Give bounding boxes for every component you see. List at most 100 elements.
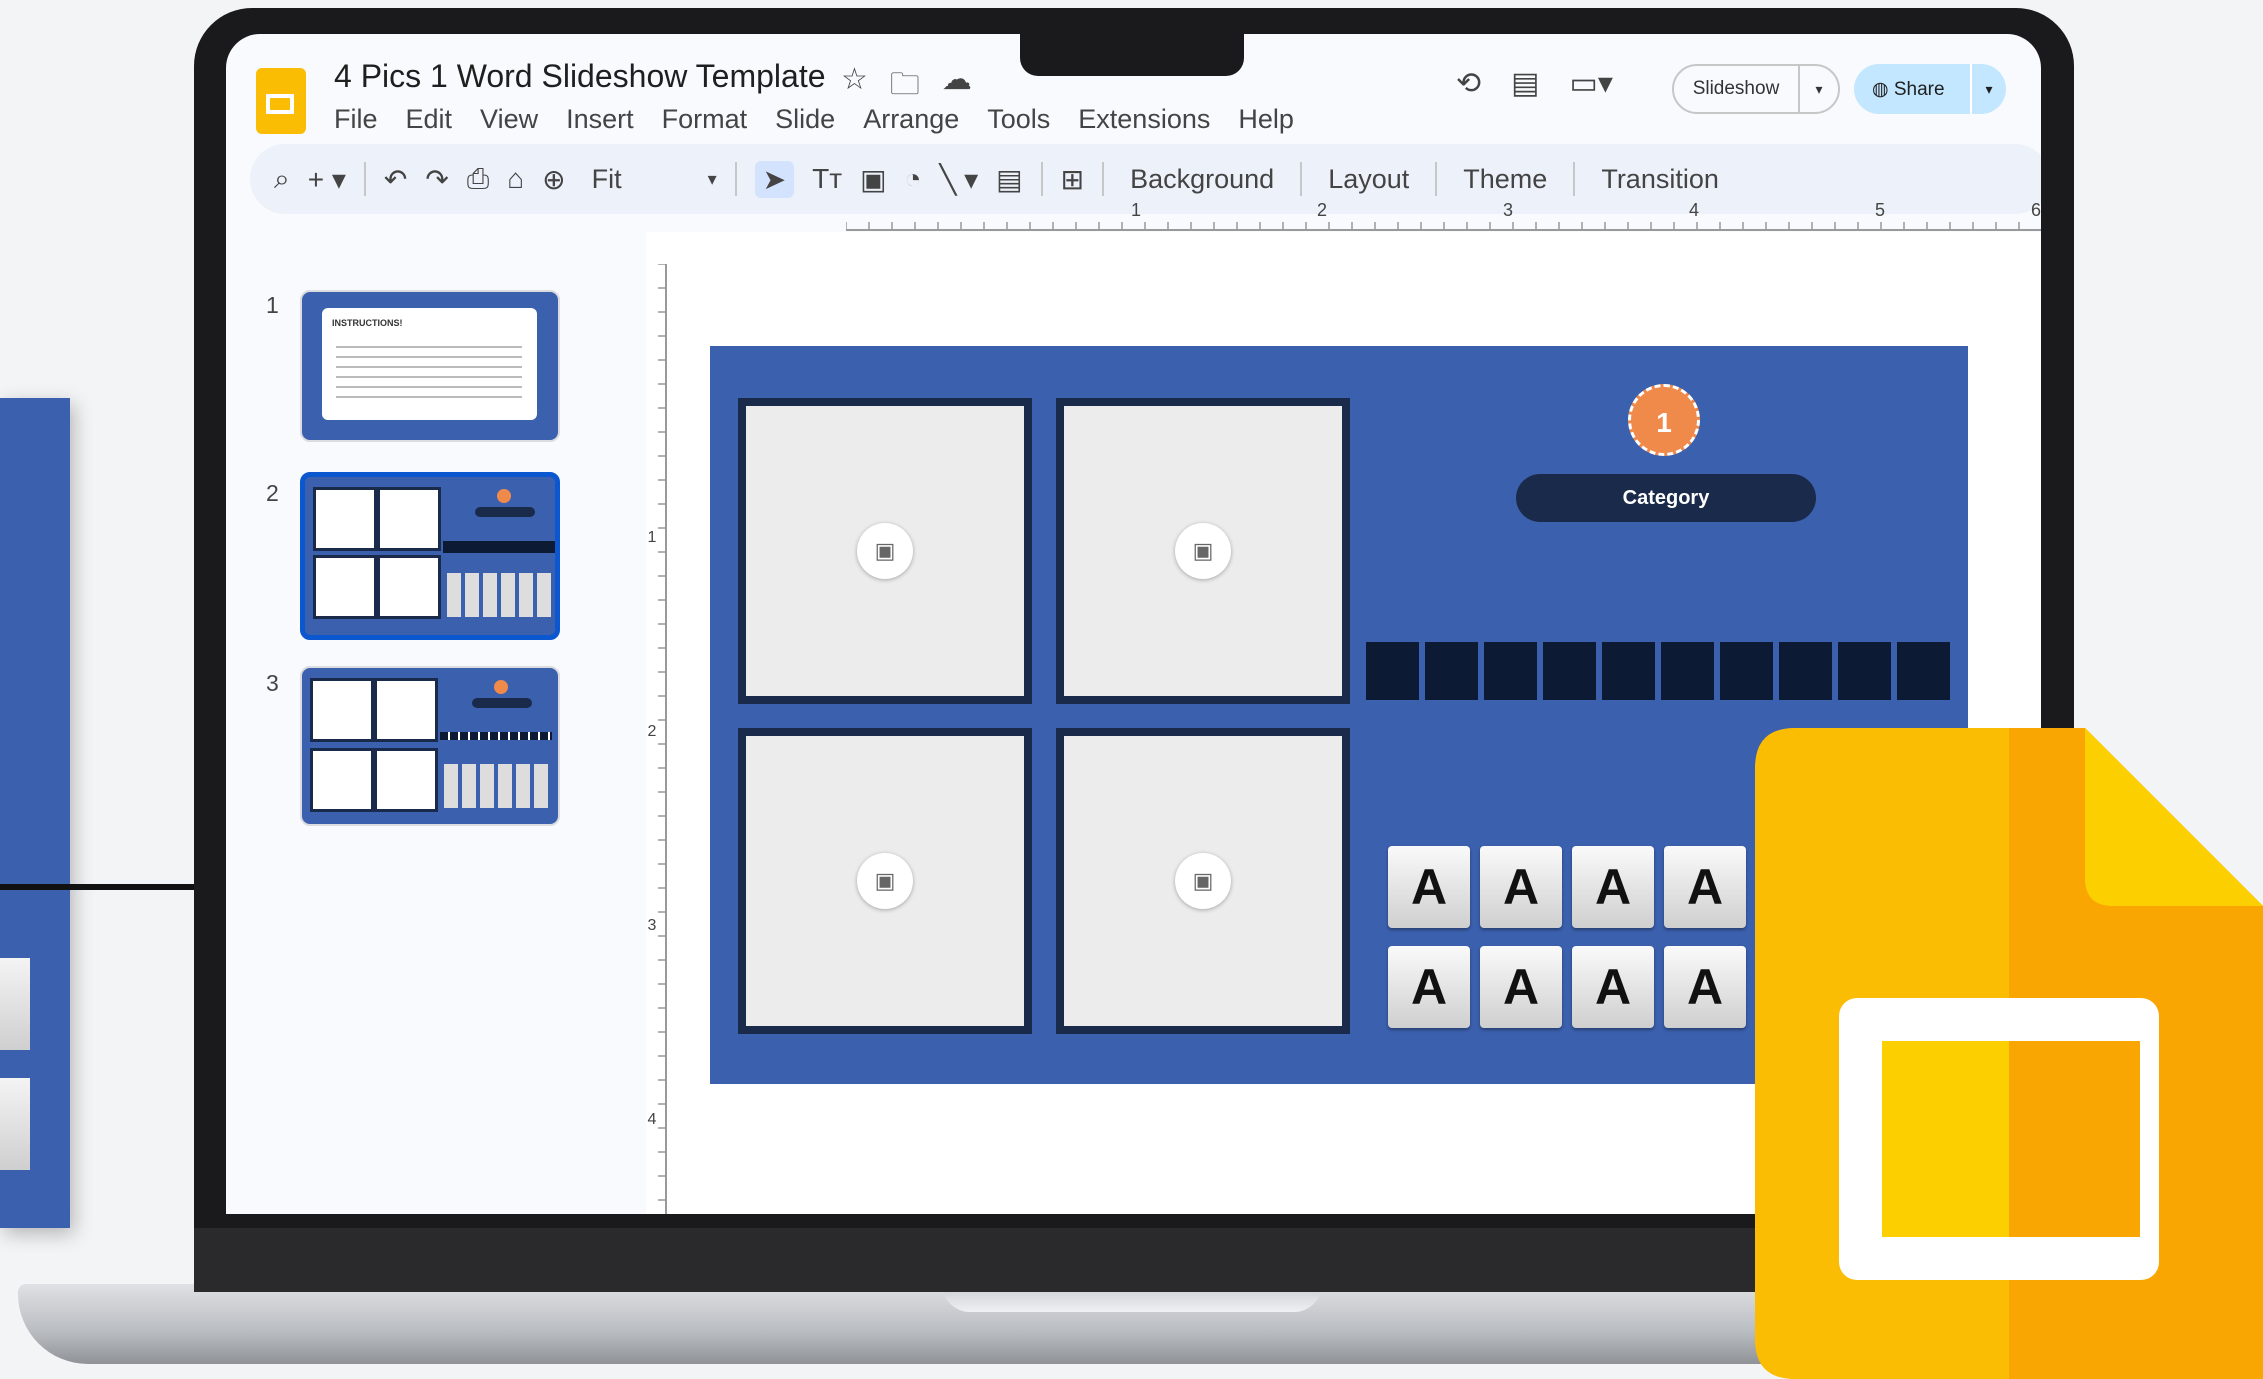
category-label: Category [1516,474,1816,522]
transition-button[interactable]: Transition [1593,164,1727,195]
line-icon[interactable]: ╲ ▾ [939,163,978,196]
slide-thumbnail-2[interactable] [300,472,560,640]
answer-box[interactable] [1602,642,1655,700]
toolbar-divider [734,162,737,196]
layout-button[interactable]: Layout [1320,164,1417,195]
ruler-label: 1 [1131,200,1141,220]
print-icon[interactable]: ⎙ [467,163,489,196]
image-placeholder-icon[interactable]: ▣ [1175,523,1231,579]
thumb-picture [310,678,374,742]
header-actions: ⟲ ▤ ▭▾ [1456,66,1613,101]
thumb-picture [377,487,441,551]
instructions-lines [336,338,522,402]
toolbar-divider [1040,162,1043,196]
menu-bar: File Edit View Insert Format Slide Arran… [334,104,1294,135]
letter-tile[interactable]: A [1572,846,1654,928]
picture-frame-4[interactable]: ▣ [1056,728,1350,1034]
menu-extensions[interactable]: Extensions [1078,104,1210,135]
letter-tile[interactable]: A [1388,946,1470,1028]
answer-box[interactable] [1661,642,1714,700]
slides-app-icon[interactable] [256,68,306,134]
image-placeholder-icon[interactable]: ▣ [857,853,913,909]
instructions-card: INSTRUCTIONS! [322,308,537,420]
share-button[interactable]: ◍ Share ▾ [1854,64,2006,114]
text-box-icon[interactable]: Tт [812,163,842,195]
menu-insert[interactable]: Insert [566,104,634,135]
letter-tile[interactable]: A [1572,946,1654,1028]
answer-box[interactable] [1425,642,1478,700]
menu-arrange[interactable]: Arrange [863,104,959,135]
image-placeholder-icon[interactable]: ▣ [1175,853,1231,909]
plus-icon[interactable]: + ▾ [308,163,346,196]
picture-frame-2[interactable]: ▣ [1056,398,1350,704]
letter-tile[interactable]: A [1480,946,1562,1028]
toolbar-divider [363,162,366,196]
video-call-icon[interactable]: ▭▾ [1570,66,1613,101]
thumb-answer-strip [443,541,555,553]
answer-box[interactable] [1838,642,1891,700]
thumb-answer-strip [440,732,552,740]
decorative-letter-key [0,1078,30,1170]
thumb-picture [310,748,374,812]
search-icon[interactable]: ⌕ [274,163,290,196]
video-icon[interactable]: ▤ [996,163,1022,196]
background-button[interactable]: Background [1122,164,1282,195]
menu-file[interactable]: File [334,104,378,135]
menu-format[interactable]: Format [662,104,748,135]
slideshow-button[interactable]: Slideshow ▾ [1672,64,1840,114]
answer-box[interactable] [1779,642,1832,700]
letter-tile[interactable]: A [1664,846,1746,928]
answer-boxes [1366,642,1950,700]
chevron-down-icon[interactable]: ▾ [1970,64,2006,114]
menu-slide[interactable]: Slide [775,104,835,135]
share-label: ◍ Share [1872,78,1945,100]
slide-thumbnail-1[interactable]: INSTRUCTIONS! [300,290,560,442]
image-icon[interactable]: ▣ [860,163,886,196]
slide-thumbnail-3[interactable] [300,666,560,826]
ruler-horizontal: 1 2 3 4 5 6 [846,200,2041,231]
ruler-label: 6 [2031,200,2041,220]
ruler-label: 2 [648,723,657,740]
history-icon[interactable]: ⟲ [1456,66,1481,101]
theme-button[interactable]: Theme [1455,164,1555,195]
ruler-label: 2 [1317,200,1327,220]
letter-tile[interactable]: A [1480,846,1562,928]
ruler-label: 4 [648,1111,657,1128]
answer-box[interactable] [1366,642,1419,700]
google-slides-logo [1755,728,2263,1379]
image-placeholder-icon[interactable]: ▣ [857,523,913,579]
answer-box[interactable] [1484,642,1537,700]
toolbar-divider [1573,162,1576,196]
paint-format-icon[interactable]: ⌂ [507,163,524,195]
thumb-picture [377,555,441,619]
menu-edit[interactable]: Edit [406,104,453,135]
undo-icon[interactable]: ↶ [384,163,407,196]
chevron-down-icon[interactable]: ▾ [1798,66,1838,112]
thumb-badge [494,680,508,694]
toolbar-divider [1435,162,1438,196]
menu-tools[interactable]: Tools [987,104,1050,135]
thumb-picture [313,487,377,551]
answer-box[interactable] [1543,642,1596,700]
redo-icon[interactable]: ↷ [425,163,448,196]
chevron-down-icon[interactable]: ▾ [708,169,717,190]
zoom-icon[interactable]: ⊕ [542,163,565,196]
shape-icon[interactable]: ◔ [905,163,922,195]
ruler-label: 4 [1689,200,1699,220]
answer-box[interactable] [1720,642,1773,700]
letter-tile[interactable]: A [1388,846,1470,928]
picture-frame-1[interactable]: ▣ [738,398,1032,704]
thumb-category [472,698,532,708]
thumb-picture [374,748,438,812]
letter-tile[interactable]: A [1664,946,1746,1028]
add-comment-icon[interactable]: ⊞ [1061,163,1084,196]
select-icon[interactable]: ➤ [754,160,795,198]
zoom-select[interactable]: Fit [584,164,690,195]
comment-icon[interactable]: ▤ [1511,66,1539,101]
menu-view[interactable]: View [480,104,538,135]
picture-frame-3[interactable]: ▣ [738,728,1032,1034]
menu-help[interactable]: Help [1238,104,1294,135]
thumb-badge [497,489,511,503]
answer-box[interactable] [1897,642,1950,700]
document-title[interactable]: 4 Pics 1 Word Slideshow Template [334,58,826,95]
